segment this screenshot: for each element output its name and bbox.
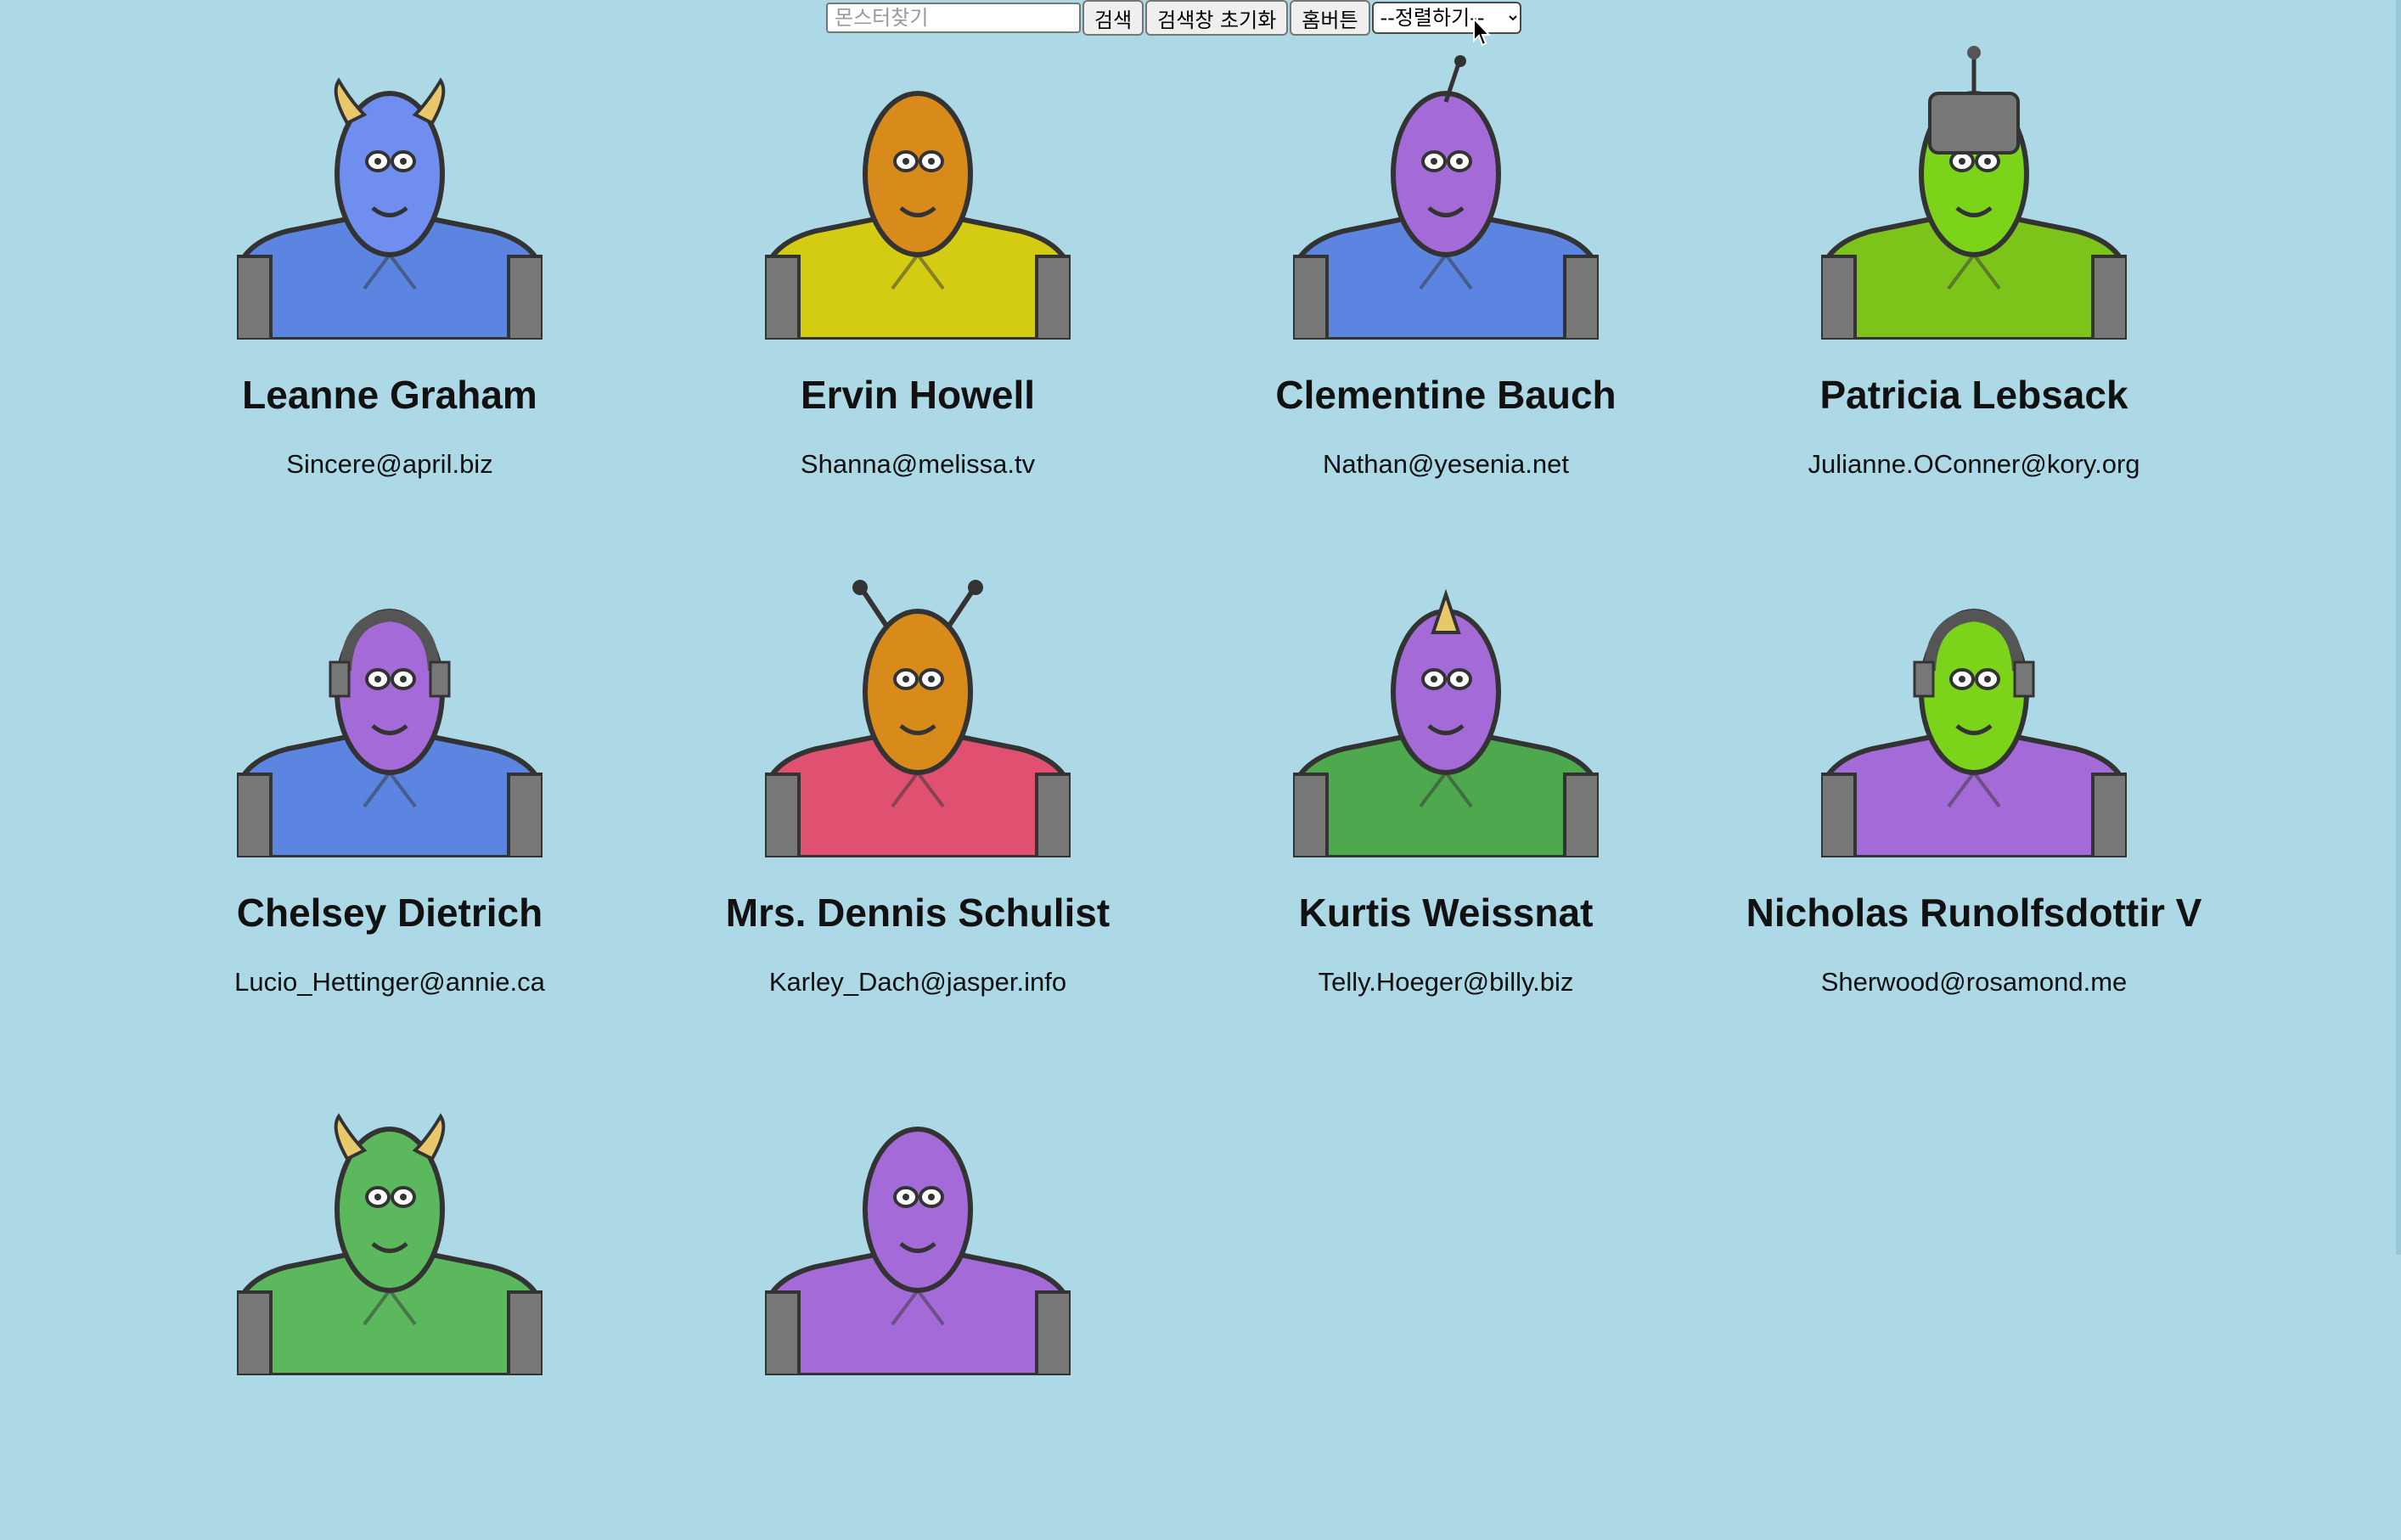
monster-card[interactable]: Mrs. Dennis Schulist Karley_Dach@jasper.i… [654,552,1182,1022]
monster-search-input[interactable] [826,3,1081,33]
monster-email: Julianne.OConner@kory.org [1808,448,2140,479]
monster-grid: Leanne Graham Sincere@april.biz Ervin How… [126,34,2238,1540]
monster-email: Karley_Dach@jasper.info [768,966,1067,997]
monster-card[interactable] [126,1070,654,1540]
monster-avatar [765,1127,1071,1375]
monster-name: Chelsey Dietrich [236,891,543,935]
monster-name: Nicholas Runolfsdottir V [1746,891,2202,935]
monster-email: Lucio_Hettinger@annie.ca [234,966,545,997]
monster-name: Kurtis Weissnat [1298,891,1594,935]
monster-email: Telly.Hoeger@billy.biz [1318,966,1574,997]
sort-select[interactable]: --정렬하기-- [1371,2,1521,34]
monster-name: Mrs. Dennis Schulist [725,891,1111,935]
monster-card[interactable]: Leanne Graham Sincere@april.biz [126,34,654,504]
monster-card[interactable]: Nicholas Runolfsdottir V Sherwood@rosamon… [1710,552,2238,1022]
monster-avatar [765,91,1071,340]
monster-email: Sherwood@rosamond.me [1820,966,2128,997]
home-button[interactable]: 홈버튼 [1290,0,1370,36]
monster-name: Leanne Graham [242,373,537,417]
monster-card[interactable]: Chelsey Dietrich Lucio_Hettinger@annie.ca [126,552,654,1022]
monster-name: Patricia Lebsack [1819,373,2128,417]
monster-card[interactable] [654,1070,1182,1540]
monster-card[interactable]: Ervin Howell Shanna@melissa.tv [654,34,1182,504]
reset-search-button[interactable]: 검색창 초기화 [1145,0,1289,36]
monster-avatar [237,609,543,857]
monster-email: Sincere@april.biz [286,448,493,479]
monster-avatar [237,77,543,340]
monster-avatar [1821,46,2127,340]
monster-card[interactable]: Kurtis Weissnat Telly.Hoeger@billy.biz [1182,552,1710,1022]
monster-email: Nathan@yesenia.net [1323,448,1569,479]
search-toolbar: 검색 검색창 초기화 홈버튼 --정렬하기-- [826,0,1521,36]
monster-avatar [237,1113,543,1375]
monster-card[interactable]: Patricia Lebsack Julianne.OConner@kory.or… [1710,34,2238,504]
monster-name: Clementine Bauch [1275,373,1617,417]
search-button[interactable]: 검색 [1082,0,1144,36]
monster-avatar [1821,609,2127,857]
monster-avatar [765,580,1071,857]
monster-name: Ervin Howell [800,373,1036,417]
monster-card[interactable]: Clementine Bauch Nathan@yesenia.net [1182,34,1710,504]
monster-avatar [1293,55,1599,340]
monster-avatar [1293,588,1599,857]
page-scrollbar[interactable] [2396,0,2401,1255]
monster-email: Shanna@melissa.tv [800,448,1036,479]
